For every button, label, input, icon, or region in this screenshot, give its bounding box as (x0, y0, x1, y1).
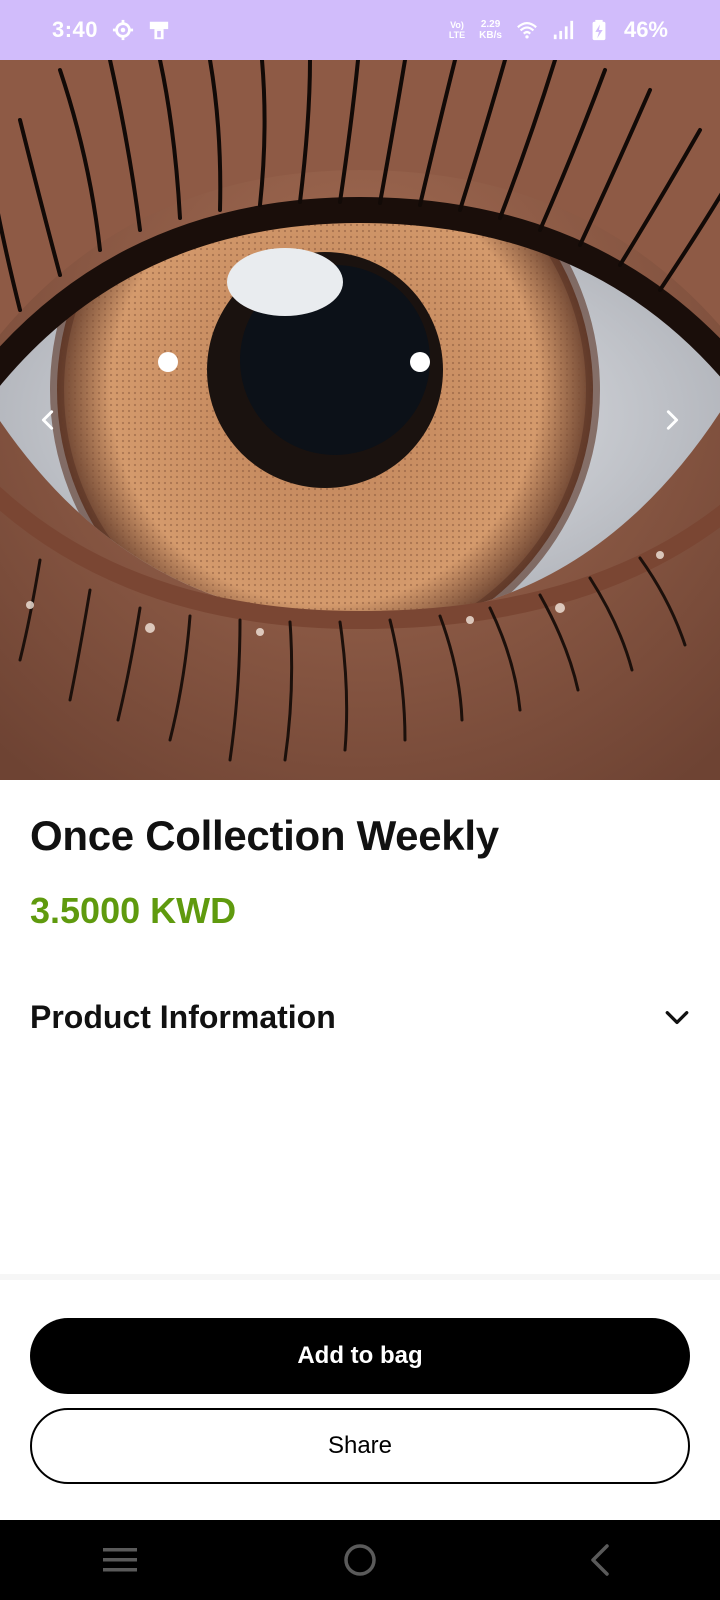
recent-apps-button[interactable] (90, 1530, 150, 1590)
system-navigation-bar (0, 1520, 720, 1600)
product-image-carousel[interactable] (0, 60, 720, 780)
product-title: Once Collection Weekly (30, 812, 499, 859)
add-to-bag-button[interactable]: Add to bag (30, 1318, 690, 1394)
product-image (0, 60, 720, 780)
home-circle-icon (344, 1544, 376, 1576)
back-icon (591, 1544, 609, 1576)
accordion-label: Product Information (30, 998, 336, 1035)
product-price: 3.5000 KWD (30, 890, 237, 931)
speed-value: 2.29 (480, 19, 501, 30)
status-bar: 3:40 Vo) LTE 2.29 KB/s 46% (0, 0, 720, 60)
volte-indicator: Vo) LTE (449, 20, 465, 40)
share-button[interactable]: Share (30, 1408, 690, 1484)
notification-app-icon (149, 21, 169, 40)
volte-bottom: LTE (448, 30, 466, 40)
signal-icon (553, 20, 574, 40)
carousel-next-button[interactable] (652, 400, 692, 440)
back-button[interactable] (570, 1530, 630, 1590)
carousel-prev-button[interactable] (28, 400, 68, 440)
chevron-down-icon (665, 1011, 689, 1025)
menu-icon (103, 1548, 137, 1572)
network-speed: 2.29 KB/s (479, 19, 502, 41)
speed-unit: KB/s (479, 30, 502, 41)
settings-gear-icon (112, 19, 134, 41)
wifi-icon (517, 22, 537, 39)
chevron-right-icon (666, 410, 679, 430)
status-right: Vo) LTE 2.29 KB/s 46% (449, 17, 668, 43)
chevron-left-icon (41, 410, 54, 430)
battery-percentage: 46% (623, 17, 668, 42)
battery-charging-icon (592, 19, 606, 41)
status-time: 3:40 (52, 17, 99, 42)
volte-top: Vo) (450, 20, 464, 30)
action-divider (0, 1274, 720, 1280)
product-information-accordion[interactable]: Product Information (30, 992, 690, 1042)
status-left: 3:40 (52, 17, 170, 43)
home-button[interactable] (330, 1530, 390, 1590)
